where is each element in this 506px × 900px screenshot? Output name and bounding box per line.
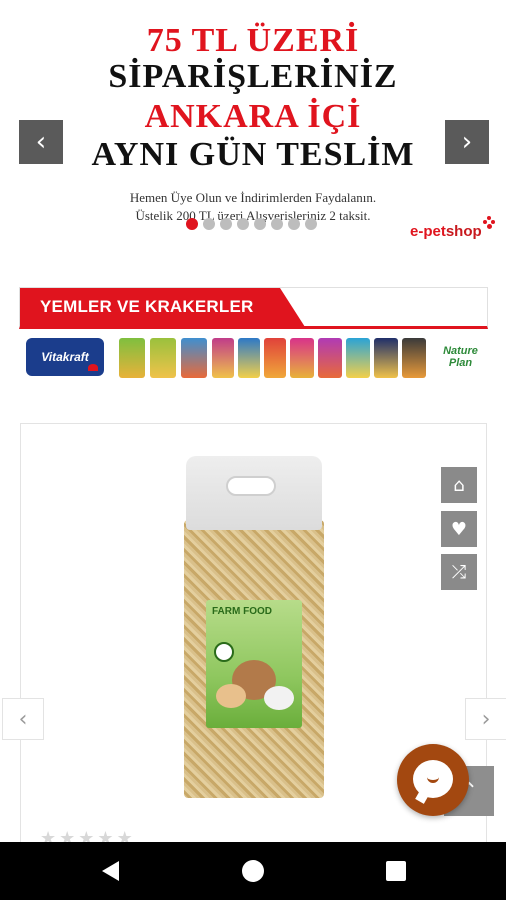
product-pack-image xyxy=(119,338,145,378)
hamster-icon xyxy=(216,684,246,708)
heart-icon: ♥ xyxy=(450,518,468,540)
chevron-left-icon: ‹ xyxy=(35,127,47,157)
hero-prev-button[interactable]: ‹ xyxy=(19,120,63,164)
epetshop-logo: e-petshop xyxy=(410,216,495,240)
basket-icon: ⌂ xyxy=(453,474,465,496)
hero-headline-3: ANKARA İÇİ xyxy=(144,98,362,135)
logo-text-epet: e-pet xyxy=(410,223,446,240)
product-pack-image xyxy=(402,338,426,378)
product-pack-image xyxy=(238,338,260,378)
product-pack-image xyxy=(150,338,176,378)
bag-top xyxy=(186,456,322,530)
chevron-right-icon: › xyxy=(481,706,491,732)
nature-plan-logo: Nature Plan xyxy=(443,345,478,369)
category-title: YEMLER VE KRAKERLER xyxy=(40,297,254,316)
product-pack-image xyxy=(290,338,314,378)
product-pack-image xyxy=(181,338,207,378)
slider-dot[interactable] xyxy=(237,218,249,230)
add-to-wishlist-button[interactable]: ♥ xyxy=(441,511,477,547)
bag-label: FARM FOOD xyxy=(206,600,302,728)
hero-next-button[interactable]: › xyxy=(445,120,489,164)
chevron-right-icon: › xyxy=(461,127,473,157)
slider-dot[interactable] xyxy=(254,218,266,230)
guinea-pig-icon xyxy=(264,686,294,710)
product-pack-image xyxy=(212,338,234,378)
back-triangle-icon[interactable] xyxy=(102,861,119,881)
slider-dot[interactable] xyxy=(305,218,317,230)
gallery-next-button[interactable]: › xyxy=(465,698,506,740)
slider-dot[interactable] xyxy=(271,218,283,230)
paw-icon xyxy=(482,216,495,230)
hero-headline-2: SİPARİŞLERİNİZ xyxy=(108,58,398,95)
hero-subtext-1: Hemen Üye Olun ve İndirimlerden Faydalan… xyxy=(129,190,377,205)
slider-dot[interactable] xyxy=(288,218,300,230)
brand-strip[interactable]: Vitakraft Nature Plan xyxy=(19,333,488,383)
shuffle-icon: ⤮ xyxy=(451,561,467,583)
vitakraft-logo: Vitakraft xyxy=(26,338,104,376)
bag-brand-text: FARM FOOD xyxy=(212,606,272,617)
gallery-prev-button[interactable]: ‹ xyxy=(2,698,44,740)
chat-button[interactable] xyxy=(397,744,469,816)
vitakraft-text: Vitakraft xyxy=(41,350,89,364)
product-image[interactable]: FARM FOOD xyxy=(184,456,324,798)
product-pack-image xyxy=(374,338,398,378)
slider-dot[interactable] xyxy=(186,218,198,230)
product-pack-image xyxy=(318,338,342,378)
chevron-left-icon: ‹ xyxy=(18,706,28,732)
add-to-cart-button[interactable]: ⌂ xyxy=(441,467,477,503)
product-pack-image xyxy=(264,338,286,378)
bag-handle xyxy=(226,476,276,496)
slider-dot[interactable] xyxy=(220,218,232,230)
hero-slider[interactable]: 75 TL ÜZERİ SİPARİŞLERİNİZ ANKARA İÇİ AY… xyxy=(0,0,506,250)
badge-icon xyxy=(214,642,234,662)
product-pack-image xyxy=(346,338,370,378)
recent-square-icon[interactable] xyxy=(386,861,406,881)
hero-headline-1: 75 TL ÜZERİ xyxy=(146,22,360,59)
chat-bubble-icon xyxy=(413,760,453,798)
compare-button[interactable]: ⤮ xyxy=(441,554,477,590)
system-nav-bar xyxy=(0,842,506,900)
logo-text-shop: shop xyxy=(445,223,482,240)
category-banner[interactable]: YEMLER VE KRAKERLER xyxy=(19,287,488,329)
slider-dots xyxy=(186,218,317,230)
hero-headline-4: AYNI GÜN TESLİM xyxy=(91,136,415,173)
slider-dot[interactable] xyxy=(203,218,215,230)
home-circle-icon[interactable] xyxy=(242,860,264,882)
